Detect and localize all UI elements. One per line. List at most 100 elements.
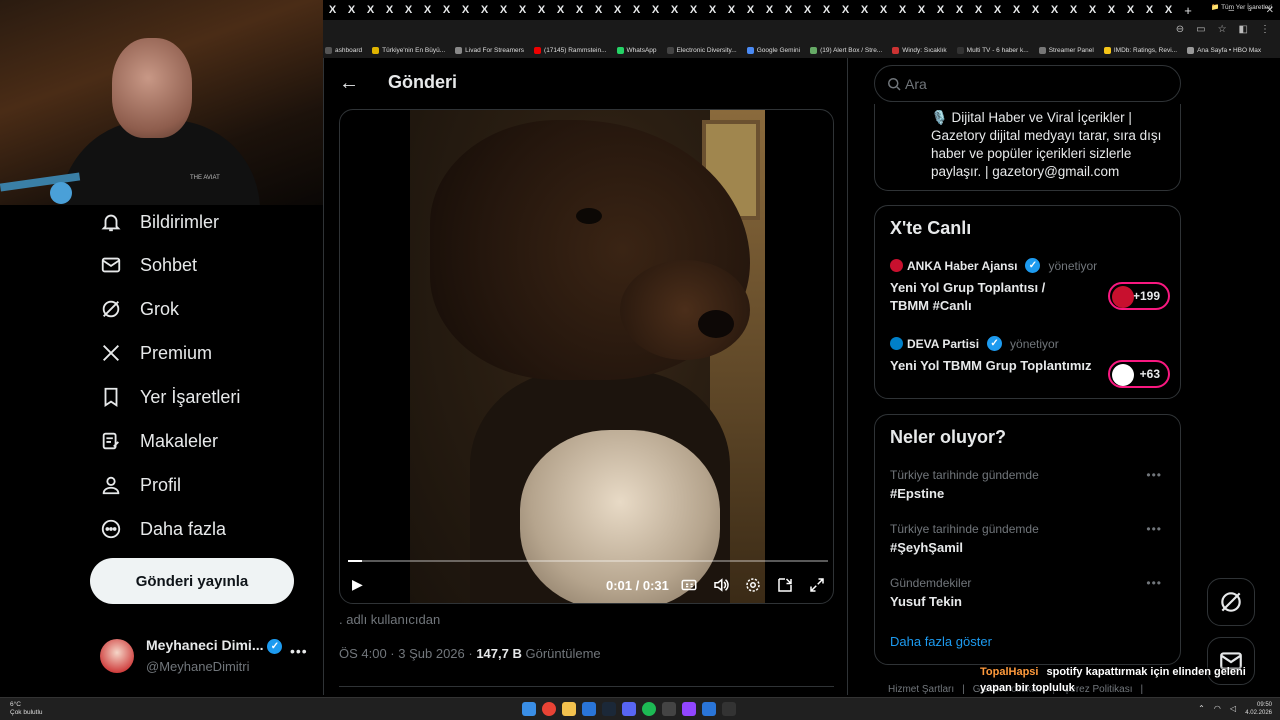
cast-icon[interactable]: ▭: [1196, 24, 1205, 35]
more-dots-icon[interactable]: •••: [290, 643, 308, 659]
bookmark-item[interactable]: IMDb: Ratings, Revi...: [1103, 46, 1177, 54]
volume-icon[interactable]: ◁: [1230, 704, 1236, 713]
clock[interactable]: 09:50 4.02.2026: [1245, 701, 1272, 717]
bookmark-item[interactable]: Google Gemini: [746, 46, 800, 54]
browser-tab[interactable]: X: [532, 0, 551, 20]
browser-tab[interactable]: X: [703, 0, 722, 20]
browser-tab[interactable]: X: [437, 0, 456, 20]
browser-tab[interactable]: X: [798, 0, 817, 20]
browser-tab[interactable]: X: [779, 0, 798, 20]
steam-icon[interactable]: [602, 702, 616, 716]
app-icon[interactable]: [582, 702, 596, 716]
bookmark-item[interactable]: »: [1271, 47, 1280, 54]
browser-tab[interactable]: X: [1026, 0, 1045, 20]
footer-link[interactable]: Hizmet Şartları: [888, 684, 954, 695]
wifi-icon[interactable]: ◠: [1214, 704, 1221, 713]
browser-tab[interactable]: X: [874, 0, 893, 20]
browser-tab[interactable]: X: [1083, 0, 1102, 20]
browser-tab[interactable]: X: [342, 0, 361, 20]
discord-icon[interactable]: [622, 702, 636, 716]
browser-tab[interactable]: X: [513, 0, 532, 20]
browser-tab[interactable]: X: [988, 0, 1007, 20]
twitch-icon[interactable]: [682, 702, 696, 716]
all-bookmarks-link[interactable]: 📁 Tüm Yer İşaretleri: [1211, 3, 1272, 11]
nav-item-profile[interactable]: Profil: [100, 474, 181, 496]
browser-tab[interactable]: X: [589, 0, 608, 20]
picture-in-picture-icon[interactable]: [776, 576, 794, 594]
obs-icon[interactable]: [722, 702, 736, 716]
bookmark-item[interactable]: Ana Sayfa • HBO Max: [1187, 46, 1261, 54]
windows-start-icon[interactable]: [522, 702, 536, 716]
browser-tab[interactable]: X: [418, 0, 437, 20]
search-box[interactable]: Ara: [874, 65, 1181, 102]
nav-item-more[interactable]: Daha fazla: [100, 518, 226, 540]
post-button[interactable]: Gönderi yayınla: [90, 558, 294, 604]
back-arrow-icon[interactable]: ←: [339, 72, 359, 95]
grok-fab-button[interactable]: [1207, 578, 1255, 626]
video-progress-bar[interactable]: [348, 560, 828, 562]
browser-tab[interactable]: X: [817, 0, 836, 20]
browser-tab[interactable]: X: [969, 0, 988, 20]
chrome-icon[interactable]: [542, 702, 556, 716]
browser-tab[interactable]: X: [684, 0, 703, 20]
browser-tab[interactable]: X: [646, 0, 665, 20]
more-dots-icon[interactable]: •••: [1146, 576, 1162, 590]
nav-item-bookmarks[interactable]: Yer İşaretleri: [100, 386, 240, 408]
video-player[interactable]: ▶ 0:01 / 0:31: [339, 109, 834, 604]
nav-item-notifications[interactable]: Bildirimler: [100, 211, 219, 233]
trend-item[interactable]: Gündemdekiler Yusuf Tekin •••: [890, 576, 1170, 609]
play-icon[interactable]: ▶: [352, 576, 363, 593]
weather-widget[interactable]: 6°C Çok bulutlu: [10, 701, 43, 717]
browser-tab[interactable]: X: [741, 0, 760, 20]
bookmark-item[interactable]: Electronic Diversity...: [666, 46, 737, 54]
browser-tab[interactable]: X: [608, 0, 627, 20]
browser-tab[interactable]: X: [855, 0, 874, 20]
browser-tab[interactable]: X: [1064, 0, 1083, 20]
browser-tab[interactable]: X: [475, 0, 494, 20]
nav-item-chat[interactable]: Sohbet: [100, 254, 197, 276]
bookmark-item[interactable]: Multi TV - 6 haber k...: [956, 46, 1029, 54]
new-tab-button[interactable]: +: [1178, 3, 1198, 18]
show-more-link[interactable]: Daha fazla göster: [890, 634, 992, 649]
file-explorer-icon[interactable]: [562, 702, 576, 716]
browser-tab[interactable]: X: [1121, 0, 1140, 20]
address-bar[interactable]: ⊖ ▭ ☆ ◧ ⋮: [323, 20, 1280, 42]
browser-tab[interactable]: X: [760, 0, 779, 20]
bookmark-item[interactable]: Windy: Sıcaklık: [892, 46, 947, 54]
bookmark-item[interactable]: (17145) Rammstein...: [534, 46, 607, 54]
browser-tab[interactable]: X: [950, 0, 969, 20]
browser-tab[interactable]: X: [323, 0, 342, 20]
browser-tab[interactable]: X: [627, 0, 646, 20]
settings-gear-icon[interactable]: [744, 576, 762, 594]
extensions-icon[interactable]: ◧: [1239, 24, 1248, 35]
bookmark-item[interactable]: Streamer Panel: [1038, 46, 1094, 54]
live-item[interactable]: ANKA Haber Ajansı ✓ yönetiyor Yeni Yol Gru…: [890, 258, 1170, 315]
account-switcher[interactable]: Meyhaneci Dimi... ✓ @MeyhaneDimitri •••: [100, 635, 310, 679]
bookmark-item[interactable]: WhatsApp: [616, 46, 657, 54]
fullscreen-icon[interactable]: [808, 576, 826, 594]
browser-tab[interactable]: X: [456, 0, 475, 20]
browser-tab[interactable]: X: [361, 0, 380, 20]
nav-item-articles[interactable]: Makaleler: [100, 430, 218, 452]
browser-tab[interactable]: X: [836, 0, 855, 20]
captions-icon[interactable]: [680, 576, 698, 594]
app-icon[interactable]: [662, 702, 676, 716]
more-dots-icon[interactable]: •••: [1146, 522, 1162, 536]
live-participants-pill[interactable]: +63: [1108, 360, 1170, 388]
nav-item-premium[interactable]: Premium: [100, 342, 212, 364]
star-icon[interactable]: ☆: [1218, 24, 1227, 35]
more-dots-icon[interactable]: •••: [1146, 468, 1162, 482]
browser-tab[interactable]: X: [551, 0, 570, 20]
browser-tab[interactable]: X: [931, 0, 950, 20]
browser-tab[interactable]: X: [912, 0, 931, 20]
browser-tab[interactable]: X: [1045, 0, 1064, 20]
bookmark-item[interactable]: (19) Alert Box / Stre...: [810, 46, 882, 54]
browser-tab[interactable]: X: [1007, 0, 1026, 20]
bookmark-item[interactable]: ashboard: [325, 46, 362, 54]
trend-item[interactable]: Türkiye tarihinde gündemde #ŞeyhŞamil ••…: [890, 522, 1170, 555]
browser-tab[interactable]: X: [893, 0, 912, 20]
bookmark-item[interactable]: Livad For Streamers: [455, 46, 524, 54]
nav-item-grok[interactable]: Grok: [100, 298, 179, 320]
volume-icon[interactable]: [712, 576, 730, 594]
bookmark-item[interactable]: Türkiye'nin En Büyü...: [372, 46, 445, 54]
